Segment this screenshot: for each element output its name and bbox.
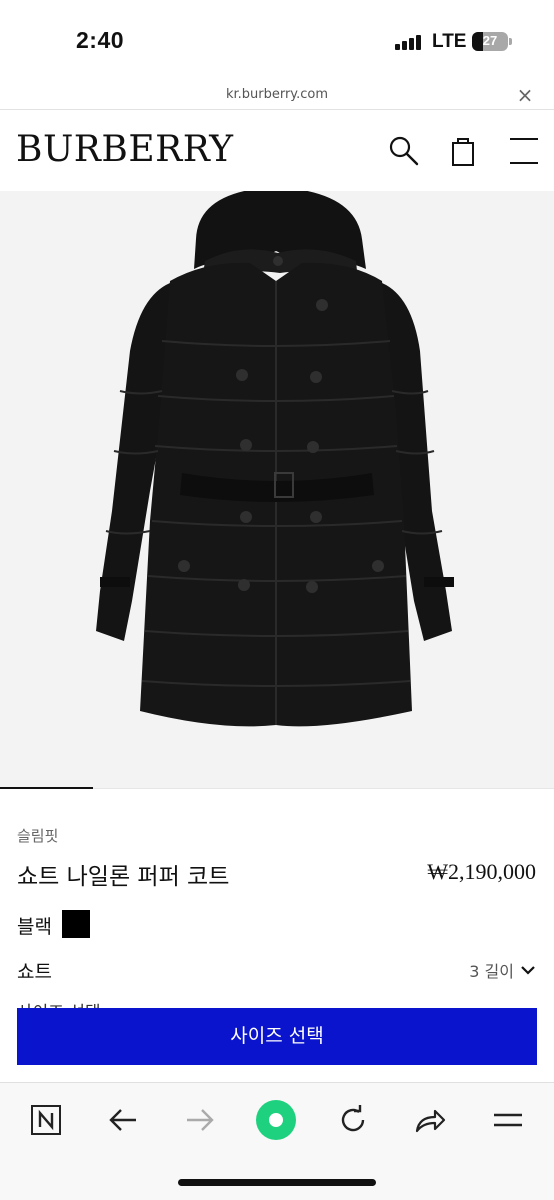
- search-icon[interactable]: [386, 133, 422, 169]
- share-icon[interactable]: [410, 1100, 450, 1140]
- length-label: 쇼트: [17, 961, 52, 983]
- coat-illustration: [96, 191, 454, 727]
- product-image[interactable]: [0, 191, 554, 789]
- naver-n-icon[interactable]: [26, 1100, 66, 1140]
- back-arrow-icon[interactable]: [103, 1100, 143, 1140]
- select-size-button[interactable]: 사이즈 선택: [17, 1008, 537, 1065]
- color-label: 블랙: [17, 916, 52, 938]
- product-name: 쇼트 나일론 퍼퍼 코트: [17, 864, 230, 890]
- gallery-indicator: [0, 787, 93, 789]
- url-bar[interactable]: kr.burberry.com ×: [0, 80, 554, 110]
- status-bar: 2:40 LTE 27: [0, 0, 554, 80]
- length-row[interactable]: 쇼트 3 길이: [0, 955, 554, 985]
- shopping-bag-icon[interactable]: [446, 133, 482, 169]
- signal-icon: [395, 34, 421, 50]
- product-price: ₩2,190,000: [427, 859, 536, 884]
- home-indicator: [178, 1179, 376, 1186]
- battery-icon: 27: [472, 32, 508, 51]
- menu-icon[interactable]: [506, 133, 542, 169]
- length-select[interactable]: 3 길이: [469, 958, 536, 982]
- battery-level-text: 27: [482, 33, 498, 48]
- battery-tip: [509, 38, 512, 45]
- reload-icon[interactable]: [333, 1100, 373, 1140]
- network-type: LTE: [432, 31, 467, 52]
- status-time: 2:40: [76, 27, 125, 53]
- fit-label: 슬림핏: [17, 827, 59, 845]
- close-icon[interactable]: ×: [512, 80, 538, 110]
- site-header: BURBERRY: [0, 111, 554, 191]
- chevron-down-icon: [521, 966, 535, 975]
- green-circle-icon[interactable]: [256, 1100, 296, 1140]
- brand-logo[interactable]: BURBERRY: [16, 129, 234, 170]
- forward-arrow-icon[interactable]: [180, 1100, 220, 1140]
- url-text[interactable]: kr.burberry.com: [0, 87, 554, 102]
- menu-lines-icon[interactable]: [488, 1100, 528, 1140]
- color-swatch[interactable]: [62, 910, 90, 938]
- length-value: 3 길이: [469, 962, 514, 981]
